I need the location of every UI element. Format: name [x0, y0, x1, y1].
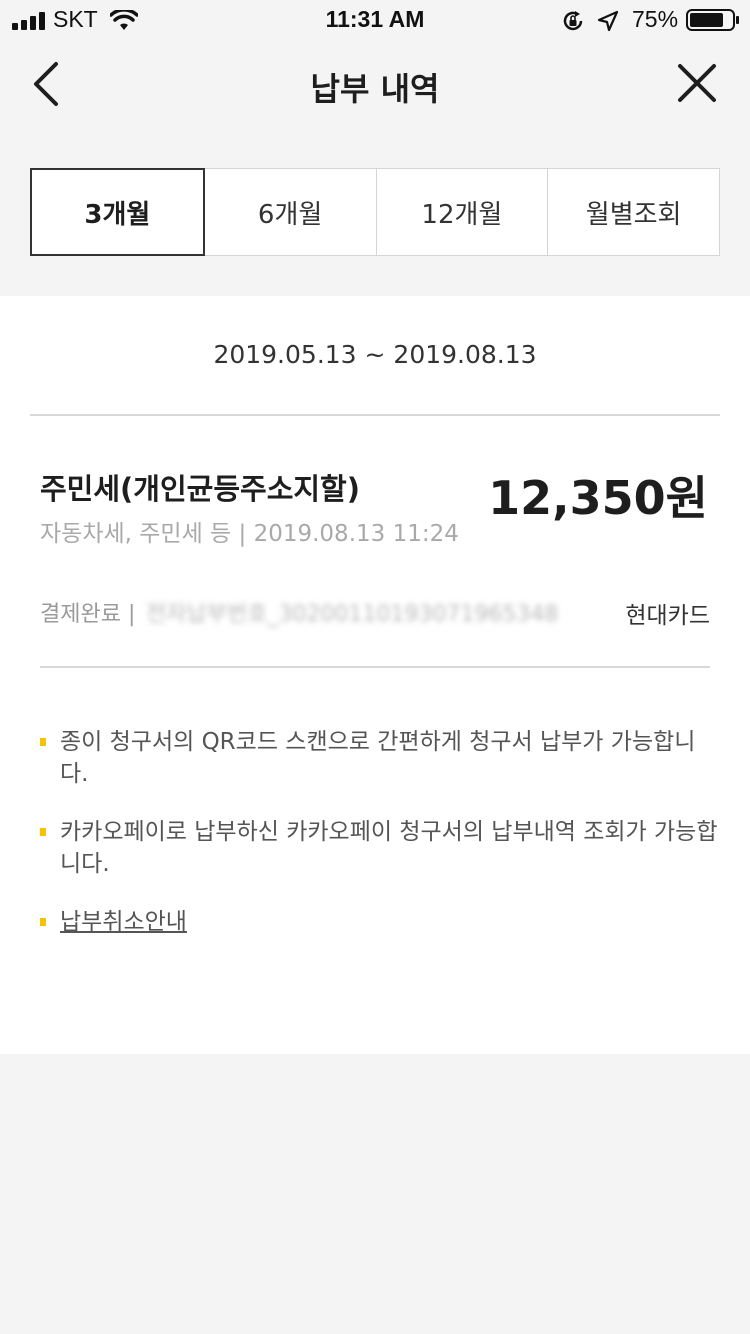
tab-monthly[interactable]: 월별조회: [547, 169, 719, 255]
notice-item: 카카오페이로 납부하신 카카오페이 청구서의 납부내역 조회가 가능합니다.: [40, 816, 720, 880]
battery-percent: 75%: [632, 6, 679, 32]
payment-history-card: 2019.05.13 ~ 2019.08.13 주민세(개인균등주소지할) 자동…: [0, 296, 750, 1054]
notice-text: 종이 청구서의 QR코드 스캔으로 간편하게 청구서 납부가 가능합니다.: [60, 729, 696, 787]
notice-item: 종이 청구서의 QR코드 스캔으로 간편하게 청구서 납부가 가능합니다.: [40, 726, 720, 790]
notice-text: 카카오페이로 납부하신 카카오페이 청구서의 납부내역 조회가 가능합니다.: [60, 819, 718, 877]
period-tabs: 3개월 6개월 12개월 월별조회: [30, 168, 720, 256]
location-icon: [597, 10, 619, 32]
payment-status: 결제완료 |: [40, 602, 136, 627]
payment-item-subtitle: 자동차세, 주민세 등 | 2019.08.13 11:24: [40, 521, 459, 547]
tab-12-months[interactable]: 12개월: [375, 169, 548, 255]
close-button[interactable]: [672, 58, 722, 108]
payment-amount: 12,350원: [488, 471, 708, 525]
notice-list: 종이 청구서의 QR코드 스캔으로 간편하게 청구서 납부가 가능합니다. 카카…: [40, 726, 720, 964]
notice-item: 납부취소안내: [40, 906, 720, 938]
payment-item-title: 주민세(개인균등주소지할): [40, 472, 360, 506]
page-title: 납부 내역: [310, 70, 440, 108]
cancel-payment-guide-link[interactable]: 납부취소안내: [60, 909, 187, 935]
close-icon: [678, 64, 716, 102]
header: 납부 내역: [0, 40, 750, 130]
battery-icon: [686, 9, 739, 31]
payment-reference-number: 전자납부번호_30200110193071965348: [146, 602, 559, 627]
bullet-icon: [40, 828, 46, 836]
divider: [40, 666, 710, 668]
bullet-icon: [40, 918, 46, 926]
bullet-icon: [40, 738, 46, 746]
tab-3-months[interactable]: 3개월: [30, 168, 205, 256]
card-name: 현대카드: [625, 603, 710, 629]
divider: [30, 414, 720, 416]
status-bar: SKT 11:31 AM 75%: [0, 0, 750, 40]
tab-6-months[interactable]: 6개월: [203, 169, 376, 255]
date-range: 2019.05.13 ~ 2019.08.13: [213, 340, 537, 369]
rotation-lock-icon: [563, 11, 583, 31]
